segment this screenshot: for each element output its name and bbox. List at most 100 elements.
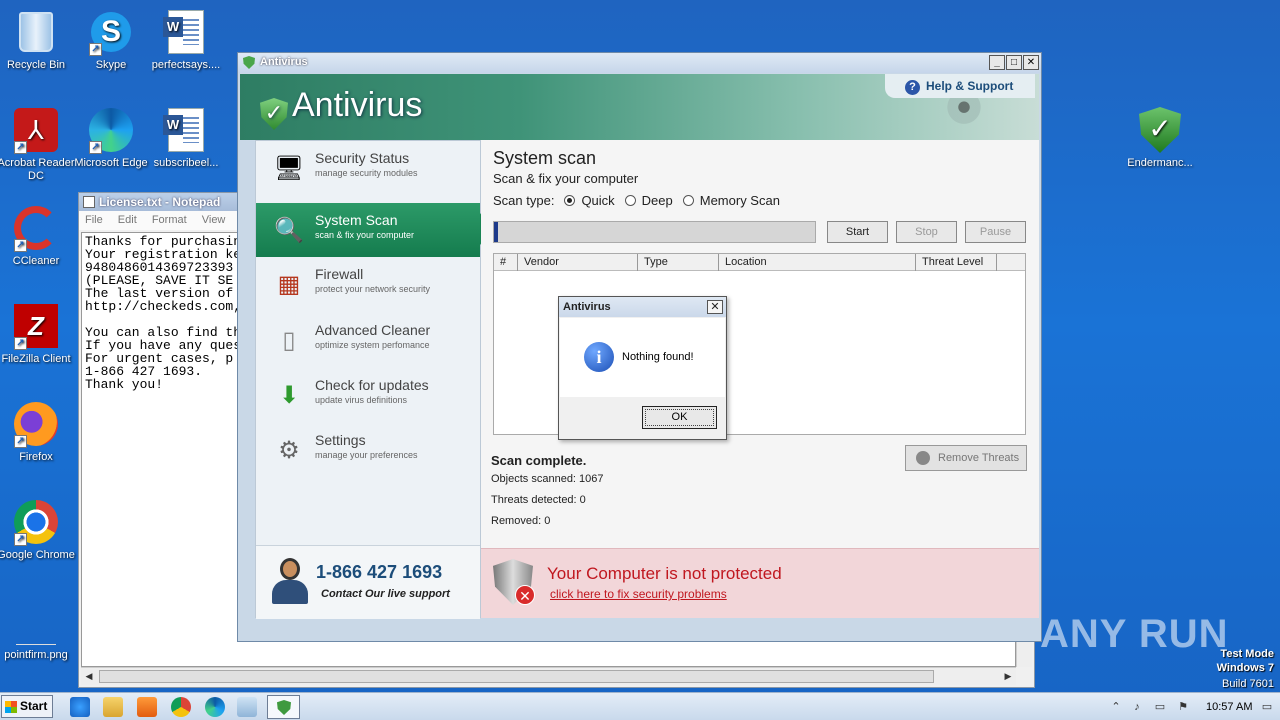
column-header[interactable]: Type: [638, 254, 719, 271]
shield-icon: [243, 56, 255, 69]
nav-firewall[interactable]: ▦ Firewall protect your network security: [256, 257, 482, 311]
menu-file[interactable]: File: [85, 214, 103, 226]
support-label: Contact Our live support: [321, 588, 450, 600]
media-player-icon[interactable]: [137, 697, 157, 717]
desktop-icon-subscribeel[interactable]: W subscribeel...: [146, 106, 226, 170]
nav-settings[interactable]: ⚙ Settings manage your preferences: [256, 423, 482, 477]
antivirus-header: ✓ Antivirus ? Help & Support: [240, 74, 1039, 140]
fix-problems-link[interactable]: click here to fix security problems: [550, 587, 727, 601]
column-header[interactable]: Threat Level: [916, 254, 997, 271]
maximize-button[interactable]: □: [1006, 55, 1022, 70]
remove-threats-button[interactable]: Remove Threats: [905, 445, 1027, 471]
column-header[interactable]: Vendor: [518, 254, 638, 271]
word-document-icon: W: [163, 10, 204, 54]
test-mode-label: Test Mode: [1220, 648, 1274, 660]
start-button[interactable]: Start: [827, 221, 888, 243]
antivirus-titlebar[interactable]: Antivirus _ □ ✕: [238, 53, 1041, 73]
recycle-bin-icon: [19, 12, 53, 52]
desktop-icon-perfectsays[interactable]: W perfectsays....: [146, 8, 226, 72]
stop-button[interactable]: Stop: [896, 221, 957, 243]
radio-deep[interactable]: [624, 195, 636, 206]
scroll-left-icon[interactable]: ◀: [81, 668, 97, 685]
antivirus-logo: ✓ Antivirus: [260, 86, 422, 130]
column-header[interactable]: Location: [719, 254, 916, 271]
desktop-icon-firefox[interactable]: ↗ Firefox: [0, 400, 76, 464]
desktop-icon-recycle-bin[interactable]: Recycle Bin: [0, 8, 76, 72]
panel-title: System scan: [493, 148, 597, 168]
desktop-icon-filezilla[interactable]: Z ↗ FileZilla Client: [0, 302, 76, 366]
minimize-button[interactable]: _: [989, 55, 1005, 70]
taskbar-antivirus-button[interactable]: [267, 695, 300, 719]
file-explorer-icon[interactable]: [103, 697, 123, 717]
antivirus-sidebar: 🖥 Security Status manage security module…: [255, 140, 492, 619]
taskbar: Start ⌃ ♪ ▭ ⚑ 10:57 AM ▭: [0, 692, 1280, 720]
notepad-horizontal-scrollbar[interactable]: ◀ ▶: [81, 667, 1016, 685]
column-header[interactable]: #: [494, 254, 518, 271]
objects-scanned: Objects scanned: 1067: [491, 473, 604, 485]
notepad-icon: [83, 196, 95, 208]
scan-progress-bar: [493, 221, 816, 243]
desktop-icon-endermanch[interactable]: ✓ Endermanc...: [1120, 106, 1200, 170]
action-center-flag-icon[interactable]: ⚑: [1176, 700, 1190, 714]
dialog-close-button[interactable]: ✕: [707, 300, 723, 314]
desktop-icon-skype[interactable]: S ↗ Skype: [71, 8, 151, 72]
menu-edit[interactable]: Edit: [118, 214, 137, 226]
panel-subtitle: Scan & fix your computer: [493, 171, 639, 186]
nav-check-updates[interactable]: ⬇ Check for updates update virus definit…: [256, 368, 482, 422]
contact-support: 1-866 427 1693 Contact Our live support: [256, 545, 480, 619]
close-button[interactable]: ✕: [1023, 55, 1039, 70]
menu-format[interactable]: Format: [152, 214, 187, 226]
radio-quick[interactable]: [564, 195, 576, 206]
clock[interactable]: 10:57 AM: [1206, 701, 1252, 713]
dialog-body: i Nothing found!: [560, 318, 725, 397]
message-dialog[interactable]: Antivirus ✕ i Nothing found! OK: [558, 296, 727, 440]
chrome-icon[interactable]: [171, 697, 191, 717]
threats-detected: Threats detected: 0: [491, 494, 586, 506]
monitor-icon: 🖥: [273, 154, 305, 182]
settings-icon: ⚙: [278, 436, 300, 464]
scroll-thumb[interactable]: [99, 670, 934, 683]
dialog-titlebar[interactable]: Antivirus ✕: [559, 297, 726, 317]
nav-system-scan[interactable]: 🔍 System Scan scan & fix your computer: [256, 203, 492, 257]
volume-icon[interactable]: ♪: [1130, 700, 1144, 714]
show-desktop-icon[interactable]: ▭: [1260, 700, 1274, 714]
radio-memory-scan[interactable]: [682, 195, 694, 206]
shield-check-icon: ✓: [260, 98, 288, 130]
dialog-message: Nothing found!: [622, 351, 694, 363]
desktop-icon-edge[interactable]: ↗ Microsoft Edge: [71, 106, 151, 170]
tray-expand-icon[interactable]: ⌃: [1109, 700, 1123, 714]
scroll-right-icon[interactable]: ▶: [1000, 668, 1016, 685]
anyrun-watermark: ANY RUN: [1040, 612, 1229, 656]
desktop-icon-acrobat[interactable]: ⅄ ↗ Acrobat Reader DC: [0, 106, 76, 183]
shield-icon: [277, 700, 291, 715]
scan-result-title: Scan complete.: [491, 453, 587, 468]
notepad-icon[interactable]: [237, 697, 257, 717]
remove-icon: [916, 451, 930, 465]
firewall-icon: ▦: [277, 270, 301, 298]
help-support-button[interactable]: ? Help & Support: [885, 74, 1035, 98]
protection-alert: ✕ Your Computer is not protected click h…: [481, 548, 1039, 618]
internet-explorer-icon[interactable]: [70, 697, 90, 717]
shield-icon: ✓: [1139, 107, 1181, 153]
scan-icon: 🔍: [274, 216, 304, 244]
network-icon[interactable]: ▭: [1153, 700, 1167, 714]
desktop-icon-pointfirm[interactable]: pointfirm.png: [0, 614, 76, 662]
start-button[interactable]: Start: [1, 695, 53, 718]
desktop-icon-ccleaner[interactable]: ↗ CCleaner: [0, 204, 76, 268]
menu-view[interactable]: View: [202, 214, 226, 226]
word-document-icon: W: [163, 108, 204, 152]
download-arrow-icon: ⬇: [278, 381, 300, 409]
pause-button[interactable]: Pause: [965, 221, 1026, 243]
image-file-icon: [16, 615, 56, 645]
ok-button[interactable]: OK: [642, 406, 717, 429]
build-label: Build 7601: [1222, 678, 1274, 690]
error-icon: ✕: [515, 585, 535, 605]
table-header: # Vendor Type Location Threat Level: [494, 254, 1025, 271]
nav-advanced-cleaner[interactable]: ▯ Advanced Cleaner optimize system perfo…: [256, 313, 482, 367]
support-agent-icon: [272, 558, 308, 606]
windows-version-label: Windows 7: [1216, 662, 1274, 674]
edge-icon[interactable]: [205, 697, 225, 717]
desktop-icon-chrome[interactable]: ↗ Google Chrome: [0, 498, 76, 562]
threats-removed: Removed: 0: [491, 515, 551, 527]
nav-security-status[interactable]: 🖥 Security Status manage security module…: [256, 141, 482, 195]
